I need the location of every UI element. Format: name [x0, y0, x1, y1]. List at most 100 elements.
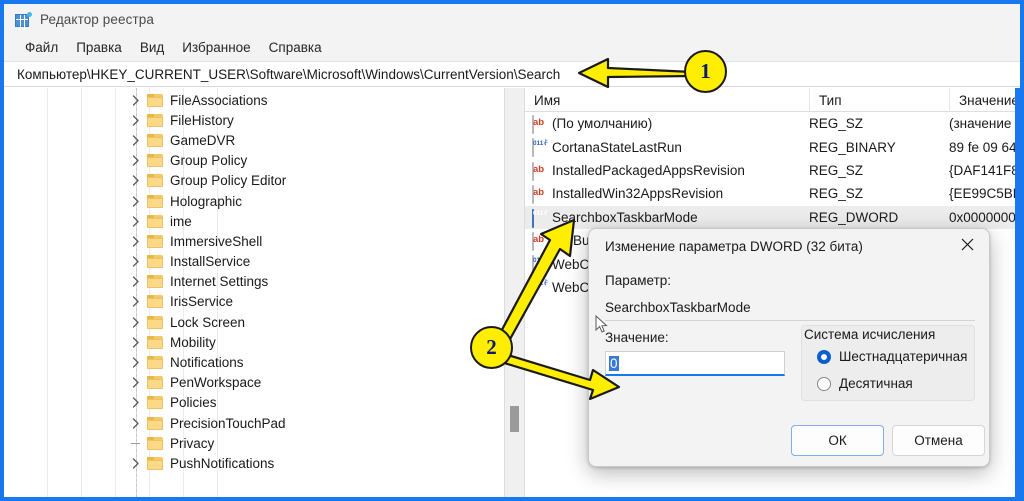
menu-item-favorites[interactable]: Избранное	[173, 38, 259, 58]
value-name: CortanaStateLastRun	[552, 139, 682, 155]
tree-item[interactable]: Internet Settings	[4, 272, 504, 292]
registry-editor-window: Редактор реестра Файл Правка Вид Избранн…	[0, 0, 1024, 501]
folder-icon	[147, 133, 163, 147]
splitter-edge-left	[504, 88, 505, 497]
tree-item[interactable]: Group Policy	[4, 151, 504, 171]
tree-item-label: InstallService	[170, 254, 251, 270]
value-row[interactable]: InstalledWin32AppsRevision REG_SZ {EE99C5B…	[525, 182, 1020, 205]
chevron-right-icon[interactable]	[130, 114, 142, 126]
tree-item-label: Internet Settings	[170, 274, 269, 290]
chevron-right-icon[interactable]	[130, 336, 142, 348]
tree-item-label: Lock Screen	[170, 314, 246, 330]
chevron-right-icon[interactable]	[130, 134, 142, 146]
chevron-right-icon[interactable]	[130, 296, 142, 308]
dialog-title: Изменение параметра DWORD (32 бита)	[605, 239, 863, 254]
tree-item[interactable]: Group Policy Editor	[4, 171, 504, 191]
tree-item[interactable]: Lock Screen	[4, 312, 504, 332]
chevron-right-icon[interactable]	[130, 235, 142, 247]
splitter-grip[interactable]	[510, 406, 519, 432]
tree-item[interactable]: Mobility	[4, 332, 504, 352]
binary-value-icon	[532, 138, 534, 158]
tree-item[interactable]: PrecisionTouchPad	[4, 413, 504, 433]
tree-item[interactable]: FileAssociations	[4, 90, 504, 110]
tree-item[interactable]: PushNotifications	[4, 453, 504, 473]
value-type: REG_SZ	[809, 186, 864, 202]
string-value-icon	[532, 161, 534, 181]
tree-item-label: Group Policy	[170, 153, 248, 169]
chevron-right-icon[interactable]	[130, 377, 142, 389]
radio-decimal-indicator	[817, 376, 831, 391]
tree-item[interactable]: Notifications	[4, 352, 504, 372]
values-column-header: Имя Тип Значение	[525, 88, 1020, 112]
column-header-type[interactable]: Тип	[809, 88, 949, 112]
value-row[interactable]: (По умолчанию) REG_SZ (значение	[525, 112, 1020, 135]
menu-item-file[interactable]: Файл	[16, 38, 67, 58]
tree-item[interactable]: IrisService	[4, 292, 504, 312]
value-row[interactable]: InstalledPackagedAppsRevision REG_SZ {DAF1…	[525, 159, 1020, 182]
chevron-right-icon[interactable]	[130, 357, 142, 369]
tree-item[interactable]: Policies	[4, 393, 504, 413]
chevron-right-icon[interactable]	[130, 397, 142, 409]
tree-item[interactable]: Holographic	[4, 191, 504, 211]
value-type: REG_SZ	[809, 162, 864, 178]
radio-decimal[interactable]: Десятичная	[817, 376, 913, 391]
binary-value-icon	[532, 208, 534, 228]
string-value-icon	[532, 231, 534, 251]
value-row[interactable]: SearchboxTaskbarMode REG_DWORD 0x00000000	[525, 205, 1020, 229]
folder-icon	[147, 255, 163, 269]
folder-icon	[147, 154, 163, 168]
close-icon[interactable]	[945, 229, 989, 259]
value-name: InstalledWin32AppsRevision	[552, 186, 724, 202]
tree-item[interactable]: FileHistory	[4, 110, 504, 130]
column-header-value[interactable]: Значение	[949, 88, 1020, 112]
value-name: (По умолчанию)	[552, 116, 653, 132]
tree-item-label: Holographic	[170, 193, 243, 209]
value-input-text: 0	[609, 355, 619, 371]
tree-item-label: PushNotifications	[170, 455, 275, 471]
chevron-right-icon[interactable]	[130, 155, 142, 167]
radio-hexadecimal-label: Шестнадцатеричная	[839, 349, 968, 364]
column-header-name[interactable]: Имя	[525, 88, 809, 112]
panel-splitter[interactable]	[504, 88, 525, 497]
tree-item-label: Mobility	[170, 334, 216, 350]
radio-hexadecimal-indicator	[817, 349, 831, 364]
value-label: Значение:	[605, 330, 669, 345]
registry-tree-panel[interactable]: FileAssociations FileHistory GameDVR Group …	[4, 88, 504, 497]
folder-icon	[147, 416, 163, 430]
chevron-right-icon[interactable]	[130, 276, 142, 288]
cancel-button[interactable]: Отмена	[892, 425, 985, 456]
menu-item-view[interactable]: Вид	[131, 38, 173, 58]
tree-item-label: Policies	[170, 395, 217, 411]
ok-button[interactable]: ОК	[791, 425, 884, 456]
chevron-right-icon[interactable]	[130, 215, 142, 227]
value-type: REG_DWORD	[809, 209, 899, 225]
value-row[interactable]: CortanaStateLastRun REG_BINARY 89 fe 09 64	[525, 135, 1020, 158]
values-scrollbar[interactable]	[1015, 88, 1020, 497]
menu-item-edit[interactable]: Правка	[67, 38, 131, 58]
value-data: (значение	[949, 116, 1012, 132]
chevron-right-icon[interactable]	[130, 175, 142, 187]
chevron-right-icon[interactable]	[130, 256, 142, 268]
chevron-right-icon[interactable]	[130, 195, 142, 207]
annotation-badge-1: 1	[684, 50, 727, 93]
tree-item[interactable]: ime	[4, 211, 504, 231]
folder-icon	[147, 456, 163, 470]
chevron-right-icon[interactable]	[130, 457, 142, 469]
tree-item[interactable]: InstallService	[4, 252, 504, 272]
folder-icon	[147, 295, 163, 309]
tree-item[interactable]: ImmersiveShell	[4, 231, 504, 251]
tree-item[interactable]: PenWorkspace	[4, 373, 504, 393]
radio-hexadecimal[interactable]: Шестнадцатеричная	[817, 349, 968, 364]
menu-item-help[interactable]: Справка	[260, 38, 331, 58]
value-data: {DAF141F8-	[949, 162, 1020, 178]
folder-icon	[147, 174, 163, 188]
chevron-right-icon[interactable]	[130, 316, 142, 328]
address-bar[interactable]: Компьютер\HKEY_CURRENT_USER\Software\Mic…	[4, 61, 1020, 87]
param-name-field[interactable]: SearchboxTaskbarMode	[605, 295, 975, 321]
tree-item[interactable]: Privacy	[4, 433, 504, 453]
tree-item-label: Group Policy Editor	[170, 173, 287, 189]
chevron-right-icon[interactable]	[130, 94, 142, 106]
value-input[interactable]: 0	[605, 351, 785, 376]
chevron-right-icon[interactable]	[130, 417, 142, 429]
tree-item[interactable]: GameDVR	[4, 130, 504, 150]
